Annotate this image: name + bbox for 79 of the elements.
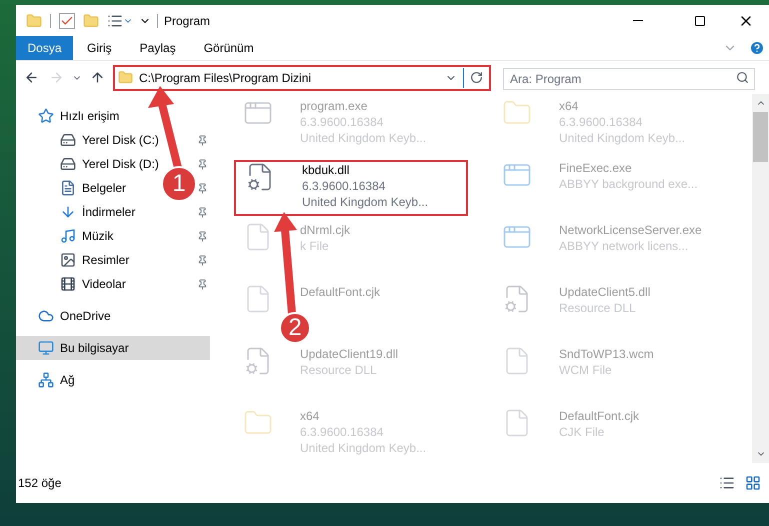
file-name: x64 [559,98,580,114]
up-icon[interactable] [90,70,105,85]
search-field[interactable]: Ara: Program [503,68,755,90]
file-name: dNrml.cjk [300,222,350,238]
file-detail: 6.3.9600.16384 [300,424,384,440]
sidebar-item[interactable]: Bu bilgisayar [16,336,210,360]
file-name: DefaultFont.cjk [559,408,640,424]
pin-icon[interactable] [197,278,208,290]
network-icon [38,372,54,388]
file-detail: 6.3.9600.16384 [300,114,384,130]
sidebar-item[interactable]: Videolar [16,272,126,296]
file-name: NetworkLicenseServer.exe [559,222,702,238]
sidebar-item[interactable]: İndirmeler [16,200,136,224]
pin-icon[interactable] [197,230,208,242]
checklist-icon[interactable] [59,12,75,28]
search-icon[interactable] [736,70,749,84]
refresh-icon[interactable] [470,71,483,84]
sidebar-item[interactable]: Hızlı erişim [16,104,120,128]
file-detail: WCM File [559,362,613,378]
pin-icon[interactable] [197,182,208,194]
file-name: UpdateClient5.dll [559,284,650,300]
sidebar-item[interactable]: OneDrive [16,304,111,328]
ribbon-tab[interactable]: Paylaş [126,36,190,60]
cloud-icon [38,308,54,324]
ribbon-tab[interactable]: Dosya [16,36,73,60]
help-icon[interactable] [749,40,765,56]
file-detail: United Kingdom Keyb... [300,130,426,146]
ribbon-tab[interactable]: Giriş [73,36,126,60]
sidebar-item[interactable]: Resimler [16,248,130,272]
file-name: SndToWP13.wcm [559,346,654,362]
pin-icon[interactable] [197,206,208,218]
minimize-icon [633,20,643,21]
file-detail: Resource DLL [300,362,378,378]
file-item[interactable]: kbduk.dll 6.3.9600.16384 United Kingdom Keyb... [234,160,468,216]
file-detail: ABBYY background exe... [559,176,698,192]
file-detail: United Kingdom Keyb... [559,130,686,146]
file-detail: ABBYY network licens... [559,238,690,254]
drive-icon [60,132,76,148]
file-name: x64 [300,408,320,424]
film-icon [60,276,76,292]
details-view-icon[interactable] [719,475,735,491]
pin-icon[interactable] [197,158,208,170]
file-detail: 6.3.9600.16384 [302,178,386,194]
large-icons-view-icon[interactable] [745,475,761,491]
ribbon-tab[interactable]: Görünüm [190,36,268,60]
item-count: 152 öğe [18,475,62,492]
sidebar-item[interactable]: Müzik [16,224,114,248]
file-detail: United Kingdom Keyb... [300,440,426,456]
scrollbar[interactable] [752,94,769,463]
sidebar-item[interactable]: Ağ [16,368,75,392]
maximize-icon [694,14,706,26]
file-name: FineExec.exe [559,160,633,176]
picture-icon [60,252,76,268]
file-name: DefaultFont.cjk [300,284,380,300]
drive-icon [60,156,76,172]
file-detail: k File [300,238,330,254]
file-name: program.exe [300,98,368,114]
address-bar[interactable]: C:\Program Files\Program Dizini [113,64,491,90]
file-detail: CJK File [559,424,606,440]
sidebar-item[interactable]: Belgeler [16,176,126,200]
document-icon [60,180,76,196]
file-detail: United Kingdom Keyb... [302,194,428,210]
folder-icon [118,70,133,85]
file-detail: Resource DLL [559,300,637,316]
file-detail: 6.3.9600.16384 [559,114,644,130]
window-title: Program [164,12,210,30]
scroll-thumb[interactable] [753,112,768,162]
properties-icon[interactable] [107,12,123,28]
star-icon [38,108,54,124]
monitor-icon [38,340,54,356]
pin-icon[interactable] [197,254,208,266]
file-name: UpdateClient19.dll [300,346,398,362]
file-name: kbduk.dll [302,162,350,178]
music-note-icon [60,228,76,244]
sidebar-item[interactable]: Yerel Disk (C:) [16,128,159,152]
sidebar-item[interactable]: Yerel Disk (D:) [16,152,159,176]
address-path: C:\Program Files\Program Dizini [139,70,312,86]
back-icon[interactable] [24,70,39,85]
pin-icon[interactable] [197,134,208,146]
